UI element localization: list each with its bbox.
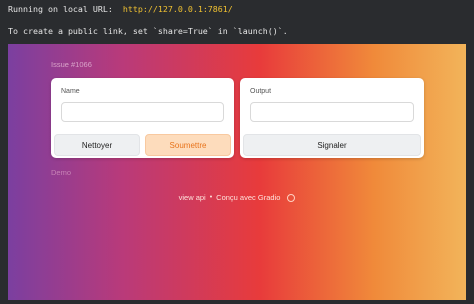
gradio-app: Issue #1066 Name Nettoyer Soumettre Outp… [8,44,466,300]
terminal-prefix: Running on local URL: [8,4,123,14]
terminal-line-share: To create a public link, set `share=True… [8,26,288,36]
output-textbox[interactable] [250,102,414,122]
view-api-link[interactable]: view api [179,193,206,202]
flag-button[interactable]: Signaler [243,134,421,156]
footer: view api • Conçu avec Gradio [8,193,466,202]
gradio-logo-icon [287,193,296,202]
local-url-link[interactable]: http://127.0.0.1:7861/ [123,4,233,14]
clear-button[interactable]: Nettoyer [54,134,140,156]
terminal-line-local-url: Running on local URL: http://127.0.0.1:7… [8,4,233,14]
name-input[interactable] [61,102,224,122]
name-label: Name [61,88,80,95]
output-label: Output [250,88,272,95]
output-panel: Output Signaler [240,78,424,158]
app-title: Issue #1066 [51,60,92,69]
terminal-output: Running on local URL: http://127.0.0.1:7… [0,0,474,44]
demo-label: Demo [51,168,72,177]
footer-separator: • [209,194,213,201]
input-panel: Name Nettoyer Soumettre [51,78,234,158]
built-with-gradio-link[interactable]: Conçu avec Gradio [216,193,280,202]
submit-button[interactable]: Soumettre [145,134,231,156]
